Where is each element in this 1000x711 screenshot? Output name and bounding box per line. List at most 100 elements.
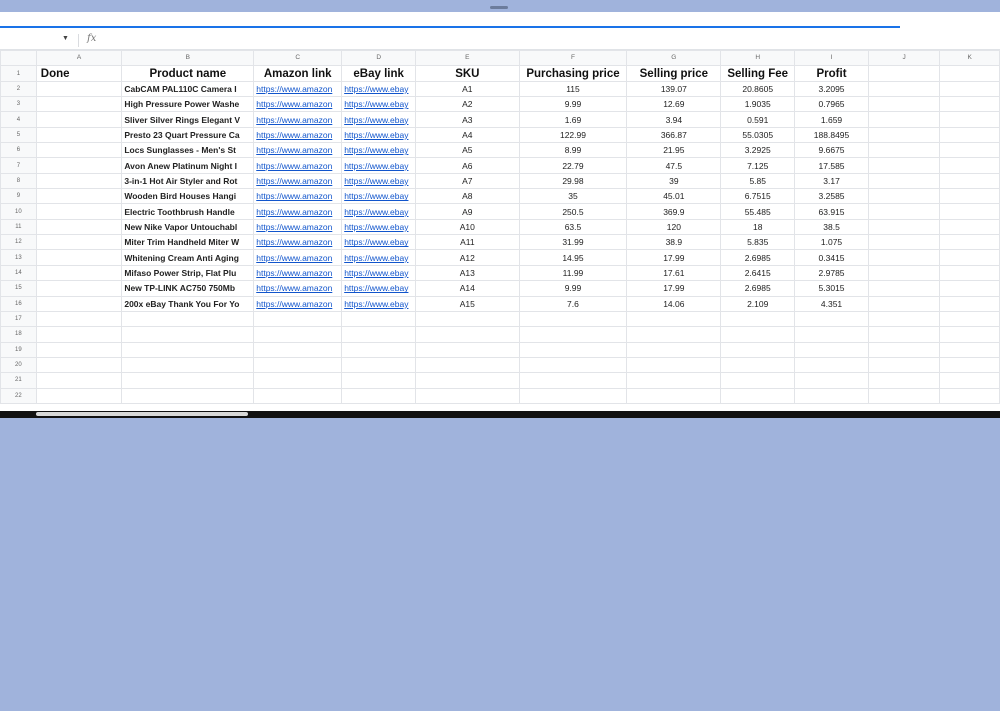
selling-fee-cell[interactable]: 2.6985 (720, 249, 796, 266)
empty-cell[interactable] (867, 96, 941, 113)
profit-cell[interactable]: 3.17 (794, 172, 869, 190)
header-profit[interactable]: Profit (794, 65, 869, 82)
empty-cell[interactable] (939, 142, 1000, 159)
sku-cell[interactable]: A13 (415, 264, 520, 282)
empty-cell[interactable] (939, 80, 1000, 98)
empty-cell[interactable] (939, 218, 1000, 236)
row-number[interactable]: 3 (0, 96, 37, 113)
header-selling-fee[interactable]: Selling Fee (720, 65, 796, 82)
sku-cell[interactable]: A11 (415, 234, 520, 251)
profit-cell[interactable]: 1.075 (794, 234, 869, 251)
done-cell[interactable] (35, 387, 123, 404)
selling-fee-cell[interactable]: 2.109 (720, 295, 796, 312)
empty-cell[interactable] (867, 372, 941, 389)
selling-fee-cell[interactable]: 6.7515 (720, 188, 796, 205)
done-cell[interactable] (35, 280, 123, 297)
empty-cell[interactable] (518, 310, 628, 328)
empty-cell[interactable] (720, 326, 796, 343)
empty-cell[interactable] (939, 326, 1000, 343)
selling-fee-cell[interactable]: 2.6415 (720, 264, 796, 282)
empty-cell[interactable] (867, 172, 941, 190)
purchasing-price-cell[interactable]: 11.99 (518, 264, 628, 282)
done-cell[interactable] (35, 80, 123, 98)
empty-cell[interactable] (867, 111, 941, 128)
empty-cell[interactable] (939, 96, 1000, 113)
sku-cell[interactable]: A6 (415, 157, 520, 174)
empty-cell[interactable] (867, 249, 941, 266)
empty-cell[interactable] (867, 80, 941, 98)
empty-cell[interactable] (518, 387, 628, 404)
amazon-link-cell[interactable]: https://www.amazon (253, 280, 343, 297)
amazon-link-cell[interactable]: https://www.amazon (253, 249, 343, 266)
amazon-link-cell[interactable]: https://www.amazon (253, 234, 343, 251)
column-header-f[interactable]: F (518, 49, 628, 67)
product-name-cell[interactable]: Locs Sunglasses - Men's St (121, 142, 255, 159)
empty-cell[interactable] (518, 356, 628, 374)
done-cell[interactable] (35, 218, 123, 236)
done-cell[interactable] (35, 126, 123, 144)
empty-cell[interactable] (867, 157, 941, 174)
row-number[interactable]: 17 (0, 310, 37, 328)
selling-price-cell[interactable]: 38.9 (626, 234, 722, 251)
product-name-cell[interactable]: New Nike Vapor Untouchabl (121, 218, 255, 236)
empty-cell[interactable] (867, 188, 941, 205)
ebay-link-cell[interactable]: https://www.ebay (341, 280, 417, 297)
empty-cell[interactable] (518, 326, 628, 343)
purchasing-price-cell[interactable]: 250.5 (518, 203, 628, 220)
ebay-link-cell[interactable]: https://www.ebay (341, 218, 417, 236)
selling-price-cell[interactable]: 47.5 (626, 157, 722, 174)
ebay-link-cell[interactable]: https://www.ebay (341, 295, 417, 312)
product-name-cell[interactable]: Electric Toothbrush Handle (121, 203, 255, 220)
purchasing-price-cell[interactable]: 63.5 (518, 218, 628, 236)
empty-cell[interactable] (939, 126, 1000, 144)
column-header-e[interactable]: E (415, 49, 520, 67)
ebay-link-cell[interactable]: https://www.ebay (341, 234, 417, 251)
done-cell[interactable] (35, 188, 123, 205)
empty-cell[interactable] (939, 157, 1000, 174)
empty-cell[interactable] (867, 295, 941, 312)
row-number[interactable]: 13 (0, 249, 37, 266)
product-name-cell[interactable]: Whitening Cream Anti Aging (121, 249, 255, 266)
sku-cell[interactable]: A10 (415, 218, 520, 236)
empty-cell[interactable] (939, 372, 1000, 389)
selling-price-cell[interactable]: 366.87 (626, 126, 722, 144)
header-product-name[interactable]: Product name (121, 65, 255, 82)
empty-cell[interactable] (867, 341, 941, 358)
empty-cell[interactable] (253, 341, 343, 358)
product-name-cell[interactable]: High Pressure Power Washe (121, 96, 255, 113)
empty-cell[interactable] (121, 310, 255, 328)
empty-cell[interactable] (415, 341, 520, 358)
empty-cell[interactable] (341, 341, 417, 358)
selling-fee-cell[interactable]: 20.8605 (720, 80, 796, 98)
ebay-link-cell[interactable]: https://www.ebay (341, 111, 417, 128)
empty-cell[interactable] (939, 188, 1000, 205)
selling-fee-cell[interactable]: 5.85 (720, 172, 796, 190)
empty-cell[interactable] (939, 65, 1000, 82)
empty-cell[interactable] (867, 264, 941, 282)
selling-fee-cell[interactable]: 0.591 (720, 111, 796, 128)
empty-cell[interactable] (939, 280, 1000, 297)
empty-cell[interactable] (867, 218, 941, 236)
done-cell[interactable] (35, 234, 123, 251)
empty-cell[interactable] (867, 234, 941, 251)
empty-cell[interactable] (341, 326, 417, 343)
empty-cell[interactable] (121, 387, 255, 404)
profit-cell[interactable]: 3.2585 (794, 188, 869, 205)
purchasing-price-cell[interactable]: 9.99 (518, 96, 628, 113)
purchasing-price-cell[interactable]: 22.79 (518, 157, 628, 174)
row-number[interactable]: 16 (0, 295, 37, 312)
empty-cell[interactable] (720, 387, 796, 404)
done-cell[interactable] (35, 372, 123, 389)
selling-price-cell[interactable]: 369.9 (626, 203, 722, 220)
purchasing-price-cell[interactable]: 7.6 (518, 295, 628, 312)
purchasing-price-cell[interactable]: 8.99 (518, 142, 628, 159)
done-cell[interactable] (35, 96, 123, 113)
done-cell[interactable] (35, 111, 123, 128)
row-number[interactable]: 19 (0, 341, 37, 358)
empty-cell[interactable] (253, 372, 343, 389)
product-name-cell[interactable]: Sliver Silver Rings Elegant V (121, 111, 255, 128)
empty-cell[interactable] (867, 310, 941, 328)
product-name-cell[interactable]: Wooden Bird Houses Hangi (121, 188, 255, 205)
profit-cell[interactable]: 2.9785 (794, 264, 869, 282)
empty-cell[interactable] (867, 280, 941, 297)
